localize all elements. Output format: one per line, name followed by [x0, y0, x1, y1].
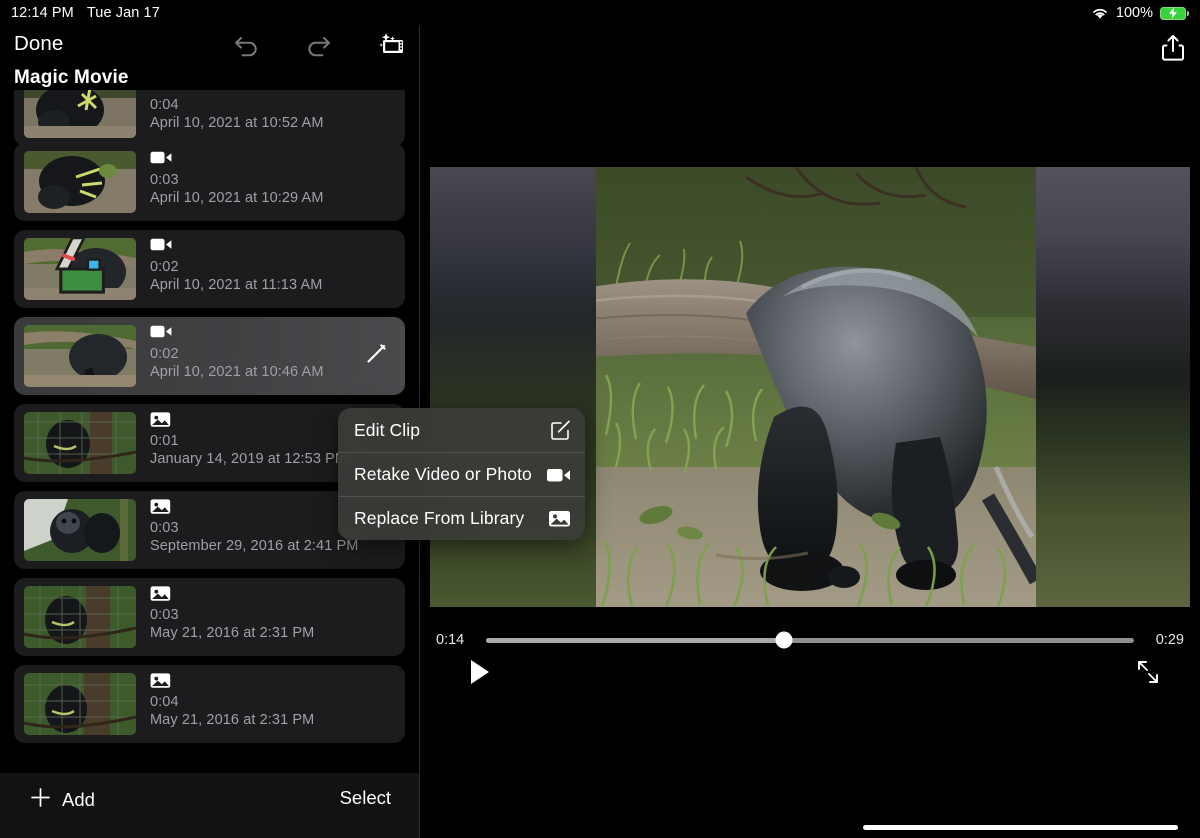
- status-bar-right: 100%: [1091, 5, 1186, 21]
- clip-meta: 0:02 April 10, 2021 at 10:46 AM: [150, 324, 324, 382]
- clip-meta: 0:04 May 21, 2016 at 2:31 PM: [150, 672, 314, 730]
- fullscreen-button[interactable]: [1136, 659, 1160, 690]
- scrubber-fill: [486, 638, 784, 643]
- scrubber-knob[interactable]: [776, 632, 793, 649]
- share-icon[interactable]: [1160, 34, 1186, 62]
- clip-duration: 0:03: [150, 607, 314, 624]
- undo-arrow-icon[interactable]: [233, 33, 261, 57]
- context-menu-label: Retake Video or Photo: [354, 464, 545, 485]
- status-bar-left: 12:14 PM Tue Jan 17: [11, 5, 160, 21]
- clip-duration: 0:03: [150, 172, 324, 189]
- context-menu-item-edit-clip[interactable]: Edit Clip: [338, 408, 585, 452]
- video-camera-icon: [150, 324, 324, 341]
- clip-row[interactable]: 0:04 May 21, 2016 at 2:31 PM: [14, 665, 405, 743]
- video-frame[interactable]: [596, 167, 1036, 607]
- clip-date: May 21, 2016 at 2:31 PM: [150, 711, 314, 730]
- status-bar: 12:14 PM Tue Jan 17 100%: [0, 0, 1200, 26]
- magic-wand-icon: [30, 238, 136, 296]
- ipad-imovie-screen: 12:14 PM Tue Jan 17 100% Done: [0, 0, 1200, 838]
- video-camera-icon: [150, 90, 324, 92]
- clip-thumbnail: [24, 90, 136, 138]
- current-time-label: 0:14: [436, 632, 472, 648]
- done-button[interactable]: Done: [14, 32, 63, 56]
- sidebar-bottom-toolbar: Add Select: [0, 772, 419, 838]
- select-button[interactable]: Select: [340, 787, 391, 809]
- scrubber-track[interactable]: [486, 638, 1134, 643]
- photo-icon: [150, 585, 314, 602]
- add-button[interactable]: Add: [30, 787, 95, 813]
- status-time: 12:14 PM: [11, 5, 74, 21]
- clip-meta: 0:02 April 10, 2021 at 11:13 AM: [150, 237, 322, 295]
- clip-date: April 10, 2021 at 10:52 AM: [150, 114, 324, 133]
- clip-duration: 0:01: [150, 433, 347, 450]
- page-title: Magic Movie: [14, 67, 129, 89]
- plus-icon: [30, 787, 51, 813]
- magic-movie-badge: Magic Movie: [30, 238, 136, 296]
- clip-date: April 10, 2021 at 11:13 AM: [150, 276, 322, 295]
- edit-square-pencil-icon: [545, 420, 571, 441]
- clip-thumbnail: [24, 412, 136, 474]
- clip-thumbnail: [24, 586, 136, 648]
- letterbox-blur-left: [430, 167, 596, 607]
- clip-thumbnail: [24, 325, 136, 387]
- sidebar-nav-bar: Done: [0, 26, 419, 68]
- clip-meta: 0:03 September 29, 2016 at 2:41 PM: [150, 498, 358, 556]
- clip-thumbnail: [24, 151, 136, 213]
- add-button-label: Add: [62, 789, 95, 811]
- clip-duration: 0:04: [150, 97, 324, 114]
- video-camera-icon: [150, 150, 324, 167]
- clip-row[interactable]: 0:04 April 10, 2021 at 10:52 AM: [14, 90, 405, 146]
- scrubber-row: 0:14 0:29: [430, 622, 1190, 658]
- photo-icon: [150, 411, 347, 428]
- video-stage: [430, 167, 1190, 607]
- clip-row[interactable]: 0:02 April 10, 2021 at 10:46 AM: [14, 317, 405, 395]
- clip-row[interactable]: 0:03 April 10, 2021 at 10:29 AM: [14, 143, 405, 221]
- letterbox-blur-right: [1024, 167, 1190, 607]
- nav-icon-group: [233, 32, 405, 58]
- clip-meta: 0:01 January 14, 2019 at 12:53 PM: [150, 411, 347, 469]
- battery-percent-label: 100%: [1116, 5, 1153, 21]
- clip-context-menu[interactable]: Edit Clip Retake Video or Photo Replace …: [338, 408, 585, 540]
- photo-icon: [150, 672, 314, 689]
- edit-pencil-icon[interactable]: [364, 344, 386, 371]
- wifi-icon: [1091, 7, 1109, 20]
- photo-icon: [150, 498, 358, 515]
- clip-row[interactable]: Magic Movie 0:02 April 10, 2021 at 11:13…: [14, 230, 405, 308]
- clip-date: January 14, 2019 at 12:53 PM: [150, 450, 347, 469]
- clip-duration: 0:02: [150, 259, 322, 276]
- clip-duration: 0:02: [150, 346, 324, 363]
- context-menu-item-retake[interactable]: Retake Video or Photo: [338, 452, 585, 496]
- redo-arrow-icon[interactable]: [304, 33, 332, 57]
- clip-date: April 10, 2021 at 10:29 AM: [150, 189, 324, 208]
- clip-duration: 0:03: [150, 520, 358, 537]
- photo-library-icon: [545, 509, 571, 528]
- clip-thumbnail: [24, 499, 136, 561]
- clip-date: September 29, 2016 at 2:41 PM: [150, 537, 358, 556]
- clip-date: May 21, 2016 at 2:31 PM: [150, 624, 314, 643]
- status-date: Tue Jan 17: [87, 5, 160, 21]
- video-camera-icon: [545, 466, 571, 484]
- video-camera-icon: [150, 237, 322, 254]
- home-indicator-bar: [863, 825, 1178, 830]
- clip-meta: 0:03 April 10, 2021 at 10:29 AM: [150, 150, 324, 208]
- clip-thumbnail: Magic Movie: [24, 238, 136, 300]
- clip-duration: 0:04: [150, 694, 314, 711]
- total-time-label: 0:29: [1148, 632, 1184, 648]
- battery-charging-icon: [1160, 7, 1186, 20]
- clip-meta: 0:03 May 21, 2016 at 2:31 PM: [150, 585, 314, 643]
- context-menu-label: Replace From Library: [354, 508, 545, 529]
- clip-row[interactable]: 0:03 May 21, 2016 at 2:31 PM: [14, 578, 405, 656]
- context-menu-item-replace[interactable]: Replace From Library: [338, 496, 585, 540]
- magic-movie-filmstrip-icon[interactable]: [375, 32, 405, 58]
- context-menu-label: Edit Clip: [354, 420, 545, 441]
- transport-controls: [430, 654, 1190, 696]
- clip-thumbnail: [24, 673, 136, 735]
- clip-date: April 10, 2021 at 10:46 AM: [150, 363, 324, 382]
- play-button[interactable]: [470, 659, 490, 690]
- clip-meta: 0:04 April 10, 2021 at 10:52 AM: [150, 90, 324, 133]
